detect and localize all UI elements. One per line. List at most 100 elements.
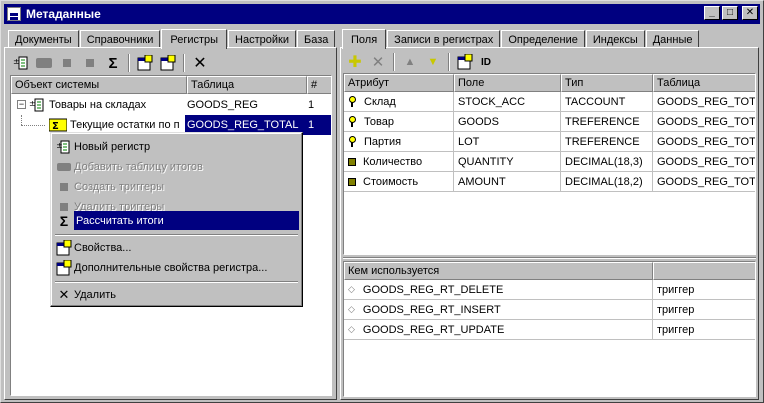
used-by-kind: триггер	[653, 300, 755, 320]
field-row[interactable]: Партия LOT TREFERENCE GOODS_REG_TOTAL	[344, 132, 755, 152]
diamond-icon: ◇	[348, 284, 355, 294]
splitter[interactable]	[343, 257, 756, 259]
left-tabs: Документы Справочники Регистры Настройки…	[8, 28, 336, 49]
field-type: TREFERENCE	[561, 112, 653, 132]
extended-properties-icon[interactable]	[158, 53, 178, 73]
svg-text:±: ±	[13, 57, 20, 66]
sigma-icon: Σ	[54, 211, 74, 230]
tab-definition[interactable]: Определение	[501, 30, 585, 48]
tab-documents[interactable]: Документы	[8, 30, 79, 48]
field-attribute: Партия	[364, 135, 402, 148]
menu-item-label: Рассчитать итоги	[76, 214, 164, 227]
column-header-table[interactable]: Таблица	[653, 74, 755, 92]
trigger-icon	[54, 182, 74, 192]
field-table: GOODS_REG_TOTAL	[653, 172, 755, 192]
right-toolbar: ✚ ✕ ▲ ▼ ID	[341, 49, 751, 75]
maximize-button[interactable]: □	[722, 6, 738, 20]
field-type: TACCOUNT	[561, 92, 653, 112]
add-field-icon[interactable]: ✚	[345, 52, 365, 72]
delete-icon: ✕	[58, 286, 70, 302]
tab-catalogs[interactable]: Справочники	[79, 30, 161, 48]
extended-properties-icon	[54, 259, 74, 276]
used-by-row[interactable]: ◇ GOODS_REG_RT_INSERT триггер	[344, 300, 755, 320]
field-row[interactable]: Товар GOODS TREFERENCE GOODS_REG_TOTAL	[344, 112, 755, 132]
window-title: Метаданные	[26, 7, 101, 21]
add-totals-table-icon[interactable]	[34, 53, 54, 73]
menu-item-properties[interactable]: Свойства...	[54, 238, 299, 257]
diamond-icon: ◇	[348, 304, 355, 314]
field-attribute: Товар	[364, 115, 394, 128]
move-up-icon[interactable]: ▲	[400, 52, 420, 72]
right-tab-body: ✚ ✕ ▲ ▼ ID Атрибут Поле Тип Таблица Скла…	[340, 47, 759, 400]
field-table: GOODS_REG_TOTAL	[653, 152, 755, 172]
used-by-name: GOODS_REG_RT_UPDATE	[362, 323, 505, 336]
app-icon	[7, 7, 21, 21]
properties-icon[interactable]	[135, 53, 155, 73]
tab-indexes[interactable]: Индексы	[585, 30, 645, 48]
close-button[interactable]: ✕	[742, 6, 758, 20]
collapse-toggle-icon[interactable]: −	[17, 100, 26, 109]
column-header-number[interactable]: #	[307, 76, 331, 94]
right-tabs: Поля Записи в регистрах Определение Инде…	[342, 28, 700, 49]
remove-field-icon[interactable]: ✕	[368, 52, 388, 72]
menu-item-delete[interactable]: ✕ Удалить	[54, 285, 299, 304]
delete-icon[interactable]: ✕	[190, 53, 210, 73]
column-header-attribute[interactable]: Атрибут	[344, 74, 454, 92]
new-register-icon: ±	[54, 140, 74, 154]
id-button[interactable]: ID	[478, 52, 494, 72]
trigger-icon	[54, 202, 74, 212]
column-header-table[interactable]: Таблица	[187, 76, 307, 94]
menu-item-label: Свойства...	[74, 241, 132, 254]
resource-square-icon	[348, 177, 356, 186]
field-table: GOODS_REG_TOTAL	[653, 112, 755, 132]
menu-item-new-register[interactable]: ± Новый регистр	[54, 137, 299, 156]
svg-text:±: ±	[57, 141, 63, 150]
used-by-name: GOODS_REG_RT_INSERT	[362, 303, 501, 316]
used-by-row[interactable]: ◇ GOODS_REG_RT_UPDATE триггер	[344, 320, 755, 340]
tab-database[interactable]: База	[296, 30, 336, 48]
column-header-object[interactable]: Объект системы	[11, 76, 187, 94]
minimize-button[interactable]: _	[704, 6, 720, 20]
move-down-icon[interactable]: ▼	[423, 52, 443, 72]
tab-data[interactable]: Данные	[645, 30, 700, 48]
tree-row[interactable]: − ± Товары на складах GOODS_REG 1	[11, 95, 331, 115]
field-properties-icon[interactable]	[455, 52, 475, 72]
field-row[interactable]: Склад STOCK_ACC TACCOUNT GOODS_REG_TOTAL	[344, 92, 755, 112]
tree-item-number: 1	[308, 119, 315, 131]
field-table: GOODS_REG_TOTAL	[653, 92, 755, 112]
field-type: TREFERENCE	[561, 132, 653, 152]
tree-item-table: GOODS_REG	[187, 99, 258, 111]
menu-item-calculate-totals[interactable]: Σ Рассчитать итоги	[54, 211, 299, 230]
title-bar[interactable]: Метаданные _ □ ✕	[4, 4, 760, 24]
left-toolbar: ± Σ ✕	[7, 50, 332, 76]
tab-register-records[interactable]: Записи в регистрах	[387, 30, 501, 48]
menu-item-extended-properties[interactable]: Дополнительные свойства регистра...	[54, 258, 299, 277]
key-icon	[348, 96, 356, 107]
new-register-icon[interactable]: ±	[11, 53, 31, 73]
menu-item-add-totals-table[interactable]: Добавить таблицу итогов	[54, 157, 299, 176]
column-header-type[interactable]: Тип	[561, 74, 653, 92]
menu-separator	[55, 234, 298, 236]
tab-registers[interactable]: Регистры	[161, 29, 228, 49]
field-row[interactable]: Количество QUANTITY DECIMAL(18,3) GOODS_…	[344, 152, 755, 172]
create-triggers-icon[interactable]	[57, 53, 77, 73]
tab-settings[interactable]: Настройки	[228, 30, 296, 48]
toolbar-separator	[183, 54, 185, 72]
used-by-row[interactable]: ◇ GOODS_REG_RT_DELETE триггер	[344, 280, 755, 300]
field-name: AMOUNT	[454, 172, 561, 192]
used-by-name: GOODS_REG_RT_DELETE	[362, 283, 504, 296]
column-header-kind[interactable]	[653, 262, 755, 280]
table-icon	[54, 162, 74, 172]
menu-item-create-triggers[interactable]: Создать триггеры	[54, 177, 299, 196]
column-header-field[interactable]: Поле	[454, 74, 561, 92]
toolbar-separator	[393, 53, 395, 71]
menu-item-label: Новый регистр	[74, 140, 151, 153]
right-panel: Поля Записи в регистрах Определение Инде…	[340, 28, 759, 400]
field-row[interactable]: Стоимость AMOUNT DECIMAL(18,2) GOODS_REG…	[344, 172, 755, 192]
field-type: DECIMAL(18,2)	[561, 172, 653, 192]
menu-item-label: Удалить	[74, 288, 116, 301]
sigma-icon[interactable]: Σ	[103, 53, 123, 73]
delete-triggers-icon[interactable]	[80, 53, 100, 73]
column-header-used-by[interactable]: Кем используется	[344, 262, 653, 280]
tab-fields[interactable]: Поля	[342, 29, 387, 49]
